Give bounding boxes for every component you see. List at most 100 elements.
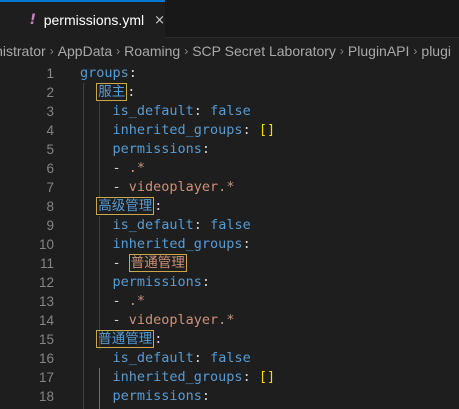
breadcrumb: inistrator›AppData›Roaming›SCP Secret La… <box>0 38 459 64</box>
code-text: - .* <box>80 292 146 311</box>
code-text: is_default: false <box>80 216 251 235</box>
line-number: 3 <box>46 104 54 119</box>
line-number: 12 <box>38 275 54 290</box>
token-bool: false <box>210 217 251 233</box>
token-punc: : <box>154 198 163 214</box>
code-line: 6 - .* <box>0 159 459 178</box>
breadcrumb-item[interactable]: AppData <box>58 43 112 59</box>
line-number: 13 <box>38 294 54 309</box>
token-str: videoplayer.* <box>128 179 235 195</box>
token-key: permissions <box>112 141 202 157</box>
code-text: 普通管理: <box>80 330 162 349</box>
token-str: .* <box>128 160 146 176</box>
token-str: 普通管理 <box>128 254 187 272</box>
line-number: 17 <box>38 370 54 385</box>
token-punc: : <box>201 141 211 157</box>
yaml-file-icon: ! <box>29 12 37 28</box>
code-text: is_default: false <box>80 349 251 368</box>
code-line: 3 is_default: false <box>0 102 459 121</box>
token-key: 高级管理 <box>96 197 155 215</box>
breadcrumb-item[interactable]: Roaming <box>124 43 180 59</box>
tab-bar: ! permissions.yml × <box>0 0 459 38</box>
close-icon[interactable]: × <box>154 13 165 28</box>
token-dash: - <box>112 255 129 271</box>
token-punc: : <box>201 388 211 404</box>
code-text: permissions: <box>80 140 211 159</box>
token-key: groups <box>80 65 129 81</box>
token-key: inherited_groups <box>112 369 243 385</box>
token-dash: - <box>112 293 129 309</box>
token-key: permissions <box>112 388 202 404</box>
breadcrumb-item[interactable]: inistrator <box>0 43 46 59</box>
code-text: inherited_groups: [] <box>80 368 276 387</box>
code-text: groups: <box>80 64 137 83</box>
line-number: 11 <box>39 256 54 271</box>
code-line: 11 - 普通管理 <box>0 254 459 273</box>
line-number: 2 <box>46 85 54 100</box>
chevron-right-icon: › <box>413 44 418 58</box>
token-key: is_default <box>112 217 194 233</box>
token-punc: : <box>154 331 163 347</box>
code-editor[interactable]: 1 groups: 2 服主:3 is_default: false 4 inheri… <box>0 64 459 409</box>
code-line: 5 permissions: <box>0 140 459 159</box>
token-punc: : <box>242 122 259 138</box>
code-line: 1 groups: <box>0 64 459 83</box>
code-text: - 普通管理 <box>80 254 187 273</box>
token-key: permissions <box>112 274 202 290</box>
chevron-right-icon: › <box>184 44 189 58</box>
code-line: 12 permissions: <box>0 273 459 292</box>
line-number: 4 <box>46 123 54 138</box>
token-bool: false <box>210 350 251 366</box>
token-key: inherited_groups <box>112 122 243 138</box>
code-line: 10 inherited_groups: <box>0 235 459 254</box>
code-line: 16 is_default: false <box>0 349 459 368</box>
token-punc: : <box>128 65 137 81</box>
code-text: permissions: <box>80 273 211 292</box>
code-line: 8 高级管理: <box>0 197 459 216</box>
token-punc: : <box>193 217 211 233</box>
breadcrumb-item[interactable]: plugi <box>421 43 451 59</box>
code-line: 15 普通管理: <box>0 330 459 349</box>
token-bool: false <box>210 103 251 119</box>
token-key: is_default <box>112 103 194 119</box>
token-dash: - <box>112 312 129 328</box>
token-key: inherited_groups <box>112 236 243 252</box>
token-punc: : <box>193 103 211 119</box>
line-number: 5 <box>46 142 54 157</box>
code-text: inherited_groups: [] <box>80 121 276 140</box>
token-bracket: [] <box>258 122 276 138</box>
token-punc: : <box>242 369 259 385</box>
line-number: 7 <box>46 180 54 195</box>
code-line: 13 - .* <box>0 292 459 311</box>
code-text: permissions: <box>80 387 211 406</box>
code-line: 18 permissions: <box>0 387 459 406</box>
code-text: - .* <box>80 159 146 178</box>
tab-permissions-yml[interactable]: ! permissions.yml × <box>0 0 165 38</box>
code-line: 7 - videoplayer.* <box>0 178 459 197</box>
breadcrumb-item[interactable]: PluginAPI <box>348 43 409 59</box>
code-text: inherited_groups: <box>80 235 251 254</box>
line-number: 9 <box>46 218 54 233</box>
token-key: is_default <box>112 350 194 366</box>
code-text: 服主: <box>80 83 135 102</box>
line-number: 15 <box>38 332 54 347</box>
code-text: 高级管理: <box>80 197 162 216</box>
chevron-right-icon: › <box>116 44 121 58</box>
tab-label: permissions.yml <box>43 12 145 28</box>
line-number: 18 <box>38 389 54 404</box>
token-str: .* <box>128 293 146 309</box>
breadcrumb-item[interactable]: SCP Secret Laboratory <box>192 43 336 59</box>
